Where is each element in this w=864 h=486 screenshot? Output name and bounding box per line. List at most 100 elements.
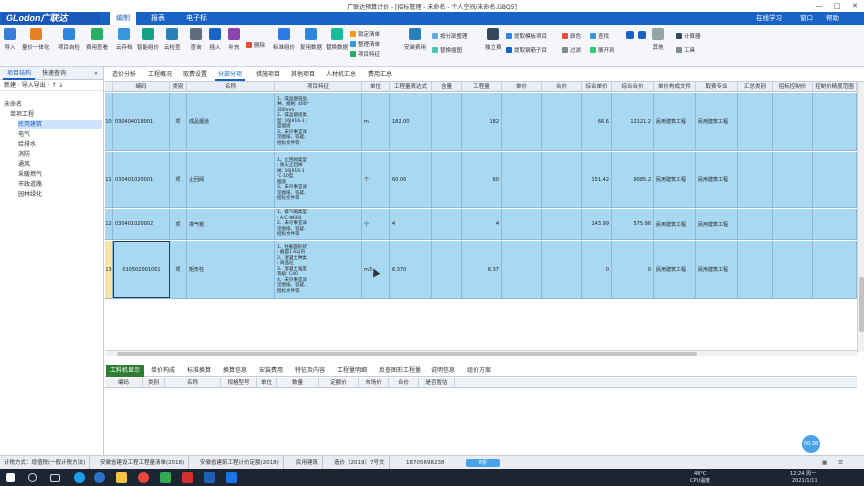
tab-project-overview[interactable]: 工程概况 [145,69,175,81]
close-button[interactable]: ✕ [846,0,864,12]
install-fee-button[interactable]: 安装费用 [404,28,426,51]
tools-button[interactable]: 工具 [676,45,695,54]
cell-unit[interactable]: m [362,93,390,150]
smart-pricing-button[interactable]: 智能组价 [137,28,159,51]
horizontal-scrollbar-thumb[interactable] [117,352,697,356]
organize-list-button[interactable]: 整理清单 [350,39,380,48]
cell-type[interactable]: 项 [170,209,187,239]
cell-control-range[interactable] [813,241,857,298]
expand-to-button[interactable]: 展开到 [590,45,615,54]
cell-code[interactable]: 030404019001 [113,93,170,150]
tab-reverse-lookup[interactable]: 反查图形工程量 [375,365,425,377]
reuse-data-button[interactable]: 复用数据 [300,28,322,51]
tree-item-ventilation[interactable]: 通风 [18,160,30,169]
tree-item-road[interactable]: 市政道路 [18,180,42,189]
cell-feature[interactable]: 1、成品烟道品 种、规格: 400* 300mm 2、成品烟道类 型: 16J9… [275,93,362,150]
cell-unit-price[interactable]: 66.6 [582,93,612,150]
cell-content[interactable] [432,93,462,150]
tree-item-root[interactable]: 未命名 [4,100,22,109]
edge-icon[interactable] [94,472,105,483]
cell-price-file[interactable]: 民用建筑工程 [654,209,696,239]
col-header-content[interactable]: 含量 [432,82,462,92]
tree-item-civil[interactable]: 民用建筑 [18,120,102,129]
col-header-unit-price[interactable]: 综合单价 [582,82,612,92]
cell-content[interactable] [432,209,462,239]
cell-unit[interactable]: 个 [362,209,390,239]
detail-col-quota-price[interactable]: 定额价 [319,378,359,388]
help-menu[interactable]: 帮助 [826,12,839,25]
chrome-icon[interactable] [138,472,149,483]
move-up-button[interactable] [626,31,634,42]
independent-fee-button[interactable]: 独立费 [485,28,502,51]
table-row[interactable]: 11 030401020001 项 止回阀 1、止回阀类型 : 防火止回阀 阀:… [105,152,857,208]
cell-price-file[interactable]: 民用建筑工程 [654,241,696,298]
tab-standard-conversion[interactable]: 标准换算 [183,365,215,377]
col-header-total[interactable]: 合价 [542,82,582,92]
tree-item-electric[interactable]: 电气 [18,130,30,139]
color-button[interactable]: 颜色 [562,31,581,40]
pdf-icon[interactable] [182,472,193,483]
search-icon[interactable] [28,473,37,482]
other-button[interactable]: 其他 [652,28,664,51]
detail-col-market-price[interactable]: 市场价 [359,378,389,388]
cell-qty[interactable]: 60 [462,152,502,207]
cell-name[interactable]: 矩形柱 [187,241,275,298]
col-header-control-price[interactable]: 招标控制价 [773,82,813,92]
tree-item-plumbing[interactable]: 给排水 [18,140,36,149]
cell-unit-price[interactable]: 0 [582,241,612,298]
cell-major[interactable]: 民用建筑工程 [696,93,738,150]
cell-content[interactable] [432,152,462,207]
detail-col-provisional[interactable]: 是否暂估 [419,378,455,388]
table-row[interactable]: 12 030401020002 项 排气帽 1、排气帽类型 : A-C-Φ600… [105,209,857,240]
cell-control-price[interactable] [773,209,813,239]
cloud-check-button[interactable]: 云检查 [164,28,181,51]
organize-by-section-button[interactable]: 按分部整理 [432,31,468,40]
cell-feature[interactable]: 1、柱截面形状 : 截面1.6以内 2、混凝土种类 : 商品砼 3、混凝土强度 … [275,241,362,298]
col-header-price-file[interactable]: 单价构成文件 [654,82,696,92]
tab-project-structure[interactable]: 项目结构 [3,67,36,80]
cell-feature[interactable]: 1、排气帽类型 : A-C-Φ600 2、未尽事宜详 见图纸、答疑、 招标文件等 [275,209,362,239]
replace-data-button[interactable]: 替换数据 [326,28,348,51]
cell-major[interactable]: 民用建筑工程 [696,152,738,207]
cell-total-price[interactable]: 9085.2 [612,152,654,207]
tab-fee-summary[interactable]: 费用汇总 [365,69,395,81]
cell-type[interactable]: 项 [170,152,187,207]
folder-icon[interactable] [116,472,127,483]
glodon-app-icon[interactable] [204,472,215,483]
view-grid-icon[interactable]: ▦ [822,456,827,470]
tab-price-composition[interactable]: 单价构成 [147,365,179,377]
detail-col-code[interactable]: 编码 [105,378,143,388]
detail-col-unit[interactable]: 单位 [257,378,277,388]
app-icon[interactable] [160,472,171,483]
tab-quantity-detail[interactable]: 工程量明细 [333,365,371,377]
cell-summary-type[interactable] [738,209,773,239]
import-button[interactable]: 导入 [4,28,16,51]
browser-icon[interactable] [74,472,85,483]
task-view-icon[interactable] [50,474,60,482]
col-header-major[interactable]: 取费专业 [696,82,738,92]
cell-code[interactable]: 010502001001 [113,241,170,298]
horizontal-scrollbar[interactable] [105,350,857,356]
menu-item-baobiao[interactable]: 报表 [145,12,171,25]
cell-total[interactable] [542,209,582,239]
tab-fee-setting[interactable]: 取费设置 [180,69,210,81]
cell-name[interactable]: 成品烟道 [187,93,275,150]
cell-price[interactable] [502,209,542,239]
detail-col-qty[interactable]: 数量 [277,378,319,388]
cell-expr[interactable]: 182.00 [390,93,432,150]
col-header-expr[interactable]: 工程量表达式 [390,82,432,92]
cloud-archive-button[interactable]: 云存档 [116,28,133,51]
minimize-button[interactable]: — [810,0,828,12]
cell-name[interactable]: 止回阀 [187,152,275,207]
cell-unit[interactable]: 个 [362,152,390,207]
cell-total[interactable] [542,241,582,298]
menu-item-dianzibiao[interactable]: 电子标 [180,12,213,25]
cell-type[interactable]: 项 [170,241,187,298]
cell-summary-type[interactable] [738,152,773,207]
cell-price-file[interactable]: 民用建筑工程 [654,93,696,150]
cell-unit-price[interactable]: 143.99 [582,209,612,239]
lock-list-button[interactable]: 锁定清单 [350,29,380,38]
cell-qty[interactable]: 4 [462,209,502,239]
supplement-button[interactable]: 补充 [228,28,240,51]
tab-sub-items[interactable]: 分部分项 [215,69,246,81]
